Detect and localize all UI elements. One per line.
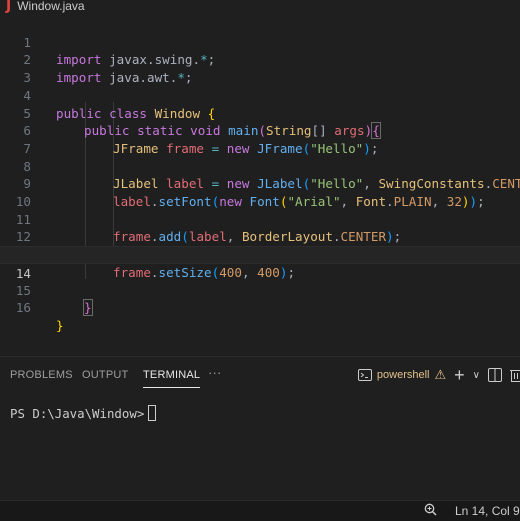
- terminal-toolbar: powershell ⚠ + ∨: [358, 365, 520, 385]
- code-line-9: 9 label.setFont(new Font("Arial", Font.P…: [0, 158, 520, 176]
- code-line-2: 2 import java.awt.*;: [0, 34, 520, 52]
- code-line-14-active: 14: [0, 246, 520, 264]
- terminal-icon: [358, 368, 372, 382]
- java-icon: J: [6, 0, 11, 14]
- bottom-panel: PROBLEMS OUTPUT TERMINAL ··· powershell …: [0, 356, 520, 501]
- cursor-position[interactable]: Ln 14, Col 9: [455, 504, 520, 518]
- code-line-13: 13 frame.setSize(400, 400);: [0, 228, 520, 246]
- trash-icon[interactable]: [510, 368, 520, 382]
- code-line-1: 1 import javax.swing.*;: [0, 16, 520, 34]
- shell-name: powershell: [377, 369, 430, 381]
- terminal-cursor: [148, 405, 156, 421]
- warning-icon[interactable]: ⚠: [435, 367, 447, 383]
- code-line-10: 10: [0, 175, 520, 193]
- terminal-shell-selector[interactable]: powershell ⚠: [358, 367, 446, 383]
- add-terminal-icon[interactable]: +: [454, 365, 465, 386]
- more-actions-button[interactable]: ···: [208, 365, 222, 380]
- editor-tab-title: Window.java: [17, 0, 84, 13]
- terminal-output[interactable]: PS D:\Java\Window>: [10, 405, 156, 421]
- code-line-3: 3: [0, 51, 520, 69]
- code-line-5: 5 public static void main(String[] args)…: [0, 87, 520, 105]
- line-number: 16: [0, 299, 31, 317]
- code-line-7: 7: [0, 122, 520, 140]
- tab-problems[interactable]: PROBLEMS: [10, 369, 73, 381]
- code-line-12: 12: [0, 211, 520, 229]
- code-line-15: 15 }: [0, 264, 520, 282]
- tab-terminal[interactable]: TERMINAL: [143, 369, 200, 381]
- zoom-icon[interactable]: [424, 503, 437, 519]
- code-editor[interactable]: 1 import javax.swing.*; 2 import java.aw…: [0, 14, 520, 356]
- status-bar: Ln 14, Col 9: [0, 500, 520, 521]
- code-line-6: 6 JFrame frame = new JFrame("Hello");: [0, 105, 520, 123]
- split-terminal-icon[interactable]: [488, 368, 502, 382]
- terminal-prompt: PS D:\Java\Window>: [10, 406, 144, 421]
- code-line-8: 8 JLabel label = new JLabel("Hello", Swi…: [0, 140, 520, 158]
- editor-tab-window-java[interactable]: J Window.java: [6, 0, 85, 14]
- code-line-4: 4 public class Window {: [0, 69, 520, 87]
- chevron-down-icon[interactable]: ∨: [473, 370, 480, 381]
- code-line-16: 16 }: [0, 282, 520, 300]
- editor-tab-bar: J Window.java: [0, 0, 520, 14]
- tab-output[interactable]: OUTPUT: [82, 369, 128, 381]
- code-line-11: 11 frame.add(label, BorderLayout.CENTER)…: [0, 193, 520, 211]
